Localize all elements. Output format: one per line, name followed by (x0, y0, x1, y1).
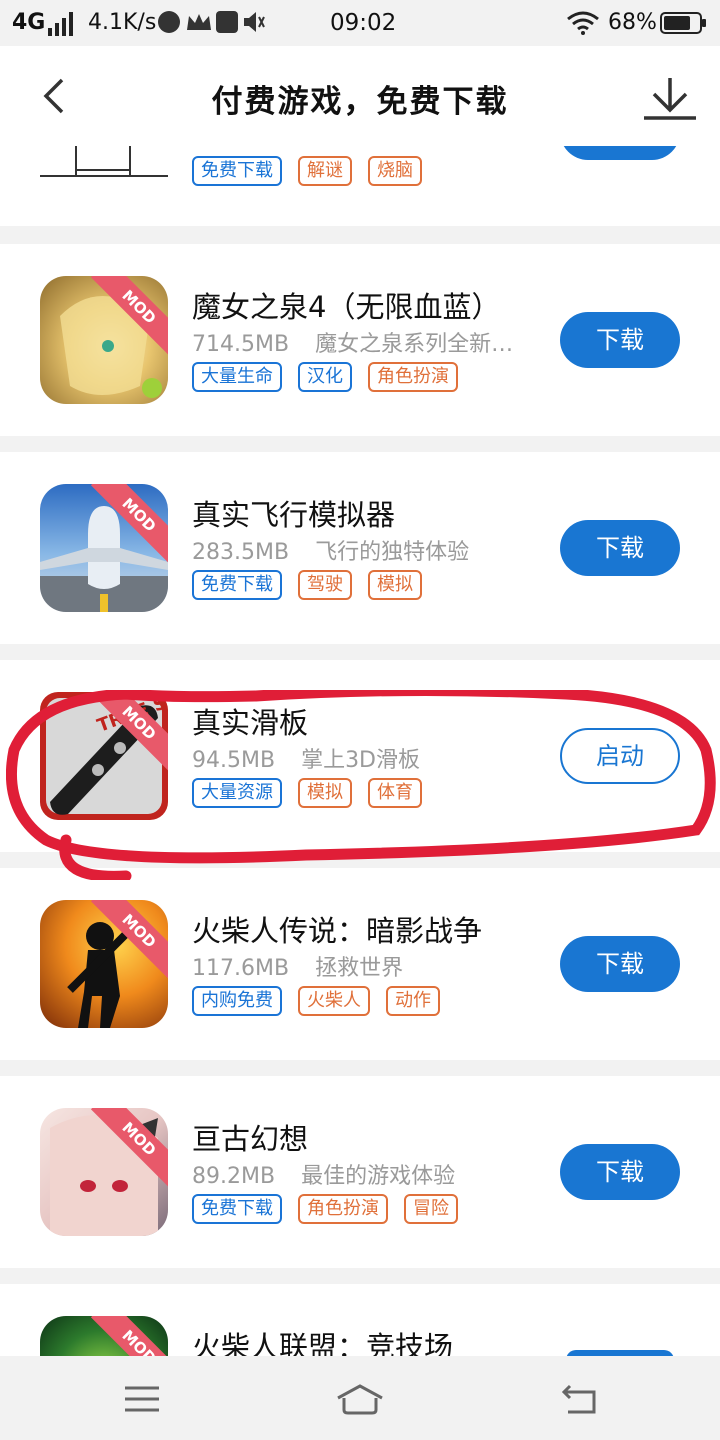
system-nav-bar (0, 1356, 720, 1440)
tag: 汉化 (298, 362, 352, 392)
app-meta: 94.5MB 掌上3D滑板 (192, 742, 420, 774)
tag: 火柴人 (298, 986, 370, 1016)
tag: 角色扮演 (298, 1194, 388, 1224)
list-item-partial[interactable]: 免费下载 解谜 烧脑 (0, 146, 720, 226)
tag: 大量资源 (192, 778, 282, 808)
tag: 模拟 (368, 570, 422, 600)
list-item[interactable]: MOD 魔女之泉4（无限血蓝） 714.5MB 魔女之泉系列全新… 大量生命 汉化… (0, 244, 720, 436)
tag: 内购免费 (192, 986, 282, 1016)
message-icon (216, 11, 238, 33)
app-name: 火柴人联盟：竞技场 (192, 1330, 454, 1356)
mod-badge: MOD (90, 1316, 168, 1356)
tag: 免费下载 (192, 1194, 282, 1224)
back-icon[interactable] (560, 1382, 600, 1416)
tag-list: 大量生命 汉化 角色扮演 (192, 362, 458, 392)
app-icon: MOD (40, 1108, 168, 1236)
character-icon (50, 1115, 158, 1236)
launch-button[interactable]: 启动 (560, 728, 680, 784)
home-icon[interactable] (334, 1382, 386, 1416)
tag: 解谜 (298, 156, 352, 186)
tag: 免费下载 (192, 570, 282, 600)
app-desc: 拯救世界 (315, 956, 404, 981)
battery-icon (660, 12, 706, 34)
network-type: 4G (12, 10, 46, 35)
character-icon (60, 296, 162, 398)
app-desc: 掌上3D滑板 (301, 748, 421, 773)
app-size: 283.5MB (192, 540, 290, 565)
skateboard-icon: TRUE SKATE (50, 692, 168, 815)
app-size: 89.2MB (192, 1164, 276, 1189)
tag: 驾驶 (298, 570, 352, 600)
tag-list: 免费下载 角色扮演 冒险 (192, 1194, 458, 1224)
tag-list: 免费下载 解谜 烧脑 (192, 156, 422, 186)
list-item-highlighted[interactable]: TRUE SKATE MOD 真实滑板 94.5MB 掌上3D滑板 大量资源 模拟… (0, 660, 720, 852)
status-bar: 4G 4.1K/s 09:02 68% (0, 0, 720, 46)
list-item-partial[interactable]: MOD 火柴人联盟：竞技场 (0, 1284, 720, 1356)
download-button[interactable]: 下载 (560, 520, 680, 576)
tag-list: 大量资源 模拟 体育 (192, 778, 422, 808)
tag: 体育 (368, 778, 422, 808)
app-name: 火柴人传说：暗影战争 (192, 914, 483, 948)
app-desc: 最佳的游戏体验 (301, 1164, 456, 1189)
download-button[interactable]: 下载 (560, 312, 680, 368)
app-icon-partial (40, 146, 168, 177)
list-item[interactable]: MOD 真实飞行模拟器 283.5MB 飞行的独特体验 免费下载 驾驶 模拟 下载 (0, 452, 720, 644)
app-meta: 714.5MB 魔女之泉系列全新… (192, 326, 513, 358)
app-name: 魔女之泉4（无限血蓝） (192, 290, 501, 324)
menu-icon[interactable] (122, 1382, 162, 1416)
crown-icon (187, 14, 211, 30)
tag-list: 内购免费 火柴人 动作 (192, 986, 440, 1016)
download-manager-icon[interactable] (640, 74, 700, 122)
wifi-icon (567, 11, 599, 35)
tag: 冒险 (404, 1194, 458, 1224)
app-meta: 117.6MB 拯救世界 (192, 950, 403, 982)
network-speed: 4.1K/s (88, 10, 157, 35)
app-size: 714.5MB (192, 332, 290, 357)
app-notification-icon (158, 11, 180, 33)
tag: 免费下载 (192, 156, 282, 186)
tag: 模拟 (298, 778, 352, 808)
app-desc: 飞行的独特体验 (315, 540, 470, 565)
airplane-icon (40, 506, 168, 612)
tag: 角色扮演 (368, 362, 458, 392)
page-title: 付费游戏，免费下载 (211, 84, 509, 120)
tag: 大量生命 (192, 362, 282, 392)
battery-percent: 68% (608, 10, 657, 35)
top-bar: 付费游戏，免费下载 (0, 46, 720, 146)
download-button-partial[interactable] (560, 146, 680, 160)
game-list[interactable]: 免费下载 解谜 烧脑 MOD 魔女之泉4（无限血蓝） 714.5MB 魔女之泉系列… (0, 146, 720, 1356)
tag: 烧脑 (368, 156, 422, 186)
app-size: 117.6MB (192, 956, 290, 981)
app-size: 94.5MB (192, 748, 276, 773)
app-meta: 283.5MB 飞行的独特体验 (192, 534, 469, 566)
app-desc: 魔女之泉系列全新… (315, 332, 514, 357)
app-meta: 89.2MB 最佳的游戏体验 (192, 1158, 455, 1190)
app-icon: MOD (40, 276, 168, 404)
app-icon: MOD (40, 900, 168, 1028)
app-name: 真实滑板 (192, 706, 309, 740)
app-name: 亘古幻想 (192, 1122, 309, 1156)
app-icon: MOD (40, 1316, 168, 1356)
stickman-icon (67, 917, 143, 1028)
list-item[interactable]: MOD 火柴人传说：暗影战争 117.6MB 拯救世界 内购免费 火柴人 动作 下… (0, 868, 720, 1060)
download-button[interactable]: 下载 (560, 936, 680, 992)
app-icon: MOD (40, 484, 168, 612)
list-item[interactable]: MOD 亘古幻想 89.2MB 最佳的游戏体验 免费下载 角色扮演 冒险 下载 (0, 1076, 720, 1268)
clock: 09:02 (330, 10, 397, 36)
tag-list: 免费下载 驾驶 模拟 (192, 570, 422, 600)
download-button[interactable]: 下载 (560, 1144, 680, 1200)
mute-icon (244, 12, 265, 32)
app-name: 真实飞行模拟器 (192, 498, 396, 532)
app-icon: TRUE SKATE MOD (40, 692, 168, 820)
signal-icon (48, 12, 73, 36)
tag: 动作 (386, 986, 440, 1016)
